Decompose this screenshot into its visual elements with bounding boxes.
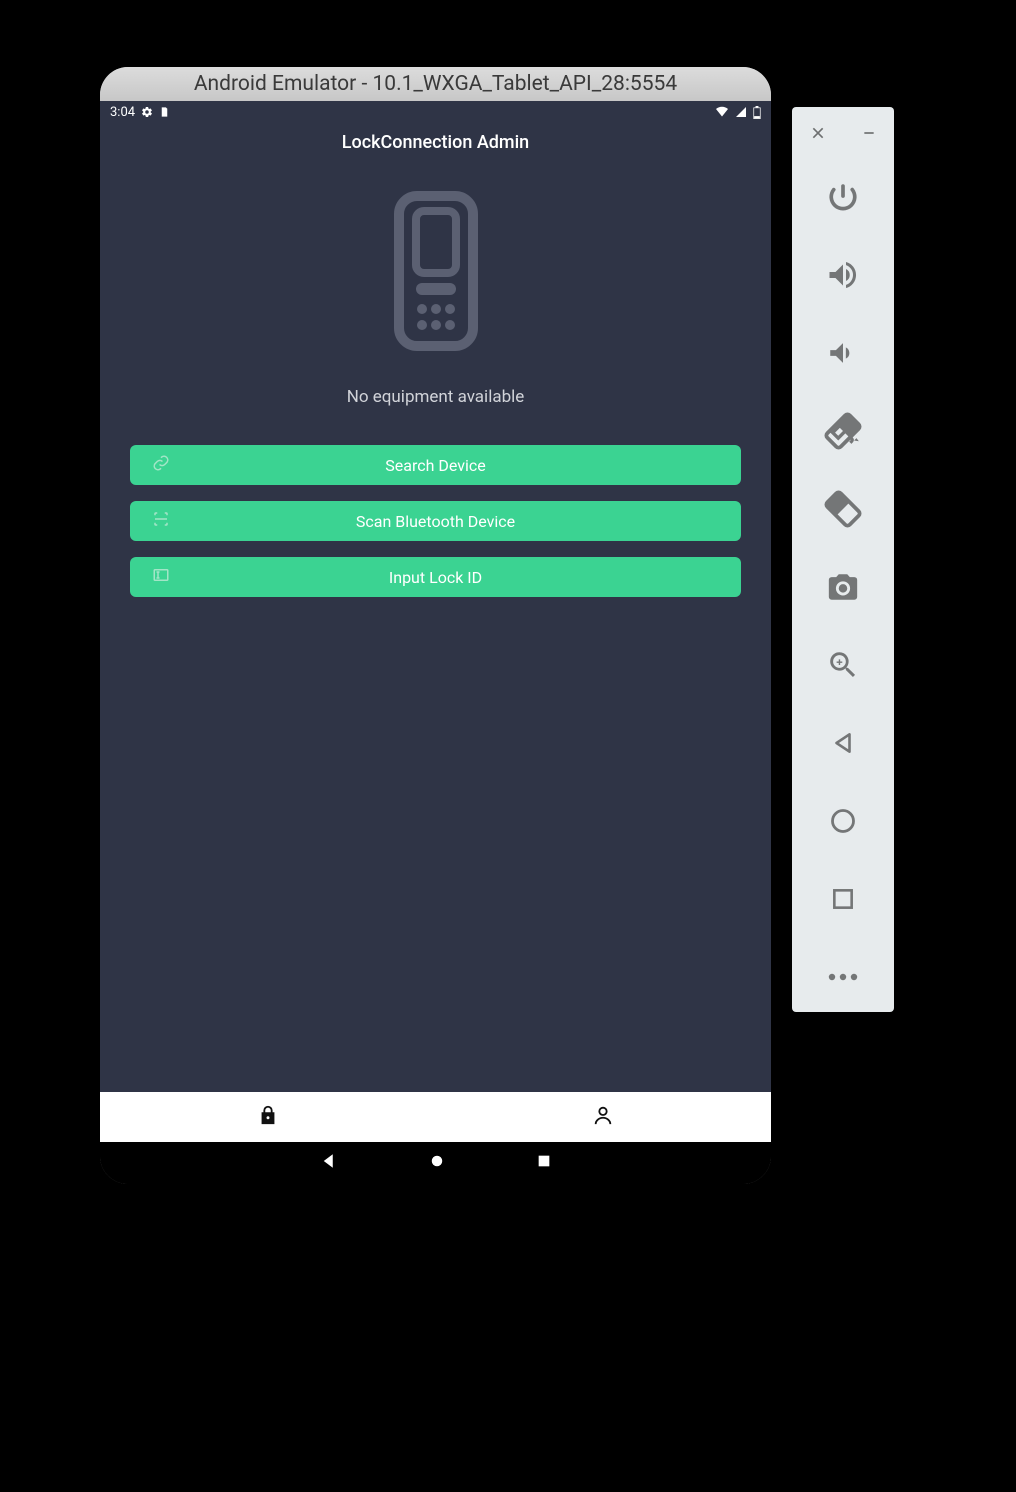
lock-icon <box>257 1103 279 1131</box>
search-device-button[interactable]: Search Device <box>130 445 741 485</box>
action-buttons: Search Device Scan Bluetooth Device Inpu… <box>100 445 771 597</box>
device-screen: 3:04 LockConnection Admin <box>100 101 771 1184</box>
app-header: LockConnection Admin <box>100 123 771 161</box>
scan-bluetooth-label: Scan Bluetooth Device <box>356 512 515 531</box>
app-body: No equipment available Search Device Sca… <box>100 161 771 1092</box>
user-icon <box>592 1103 614 1131</box>
tab-lock[interactable] <box>100 1092 436 1142</box>
wifi-icon <box>715 106 729 118</box>
page-icon <box>159 106 170 118</box>
minimize-emulator-button[interactable] <box>861 125 877 146</box>
power-button[interactable] <box>822 176 864 218</box>
device-illustration <box>100 191 771 351</box>
emu-more-button[interactable] <box>822 956 864 998</box>
android-nav-bar <box>100 1142 771 1184</box>
input-lock-id-button[interactable]: Input Lock ID <box>130 557 741 597</box>
battery-icon <box>753 106 761 119</box>
emulator-titlebar: Android Emulator - 10.1_WXGA_Tablet_API_… <box>100 67 771 101</box>
tab-profile[interactable] <box>436 1092 772 1142</box>
status-time: 3:04 <box>110 105 135 120</box>
volume-down-button[interactable] <box>822 332 864 374</box>
link-icon <box>152 454 170 476</box>
search-device-label: Search Device <box>385 456 486 475</box>
emu-back-button[interactable] <box>822 722 864 764</box>
scan-bluetooth-button[interactable]: Scan Bluetooth Device <box>130 501 741 541</box>
input-form-icon <box>152 566 170 588</box>
emulator-side-toolbar <box>792 107 894 1012</box>
nav-back-button[interactable] <box>320 1152 338 1174</box>
emu-overview-button[interactable] <box>822 878 864 920</box>
android-status-bar: 3:04 <box>100 101 771 123</box>
screenshot-button[interactable] <box>822 566 864 608</box>
input-lock-id-label: Input Lock ID <box>389 568 482 587</box>
app-title: LockConnection Admin <box>342 132 529 153</box>
gear-icon <box>141 106 153 118</box>
emulator-title: Android Emulator - 10.1_WXGA_Tablet_API_… <box>194 72 677 96</box>
scan-icon <box>152 510 170 532</box>
nav-home-button[interactable] <box>428 1152 446 1174</box>
emulator-window: Android Emulator - 10.1_WXGA_Tablet_API_… <box>100 67 771 1184</box>
signal-icon <box>735 106 747 118</box>
empty-state-text: No equipment available <box>100 387 771 407</box>
nav-overview-button[interactable] <box>536 1153 552 1173</box>
volume-up-button[interactable] <box>822 254 864 296</box>
phone-illustration-icon <box>394 191 478 351</box>
zoom-button[interactable] <box>822 644 864 686</box>
close-emulator-button[interactable] <box>810 125 826 146</box>
bottom-tab-bar <box>100 1092 771 1142</box>
rotate-right-button[interactable] <box>822 488 864 530</box>
emu-home-button[interactable] <box>822 800 864 842</box>
rotate-left-button[interactable] <box>822 410 864 452</box>
